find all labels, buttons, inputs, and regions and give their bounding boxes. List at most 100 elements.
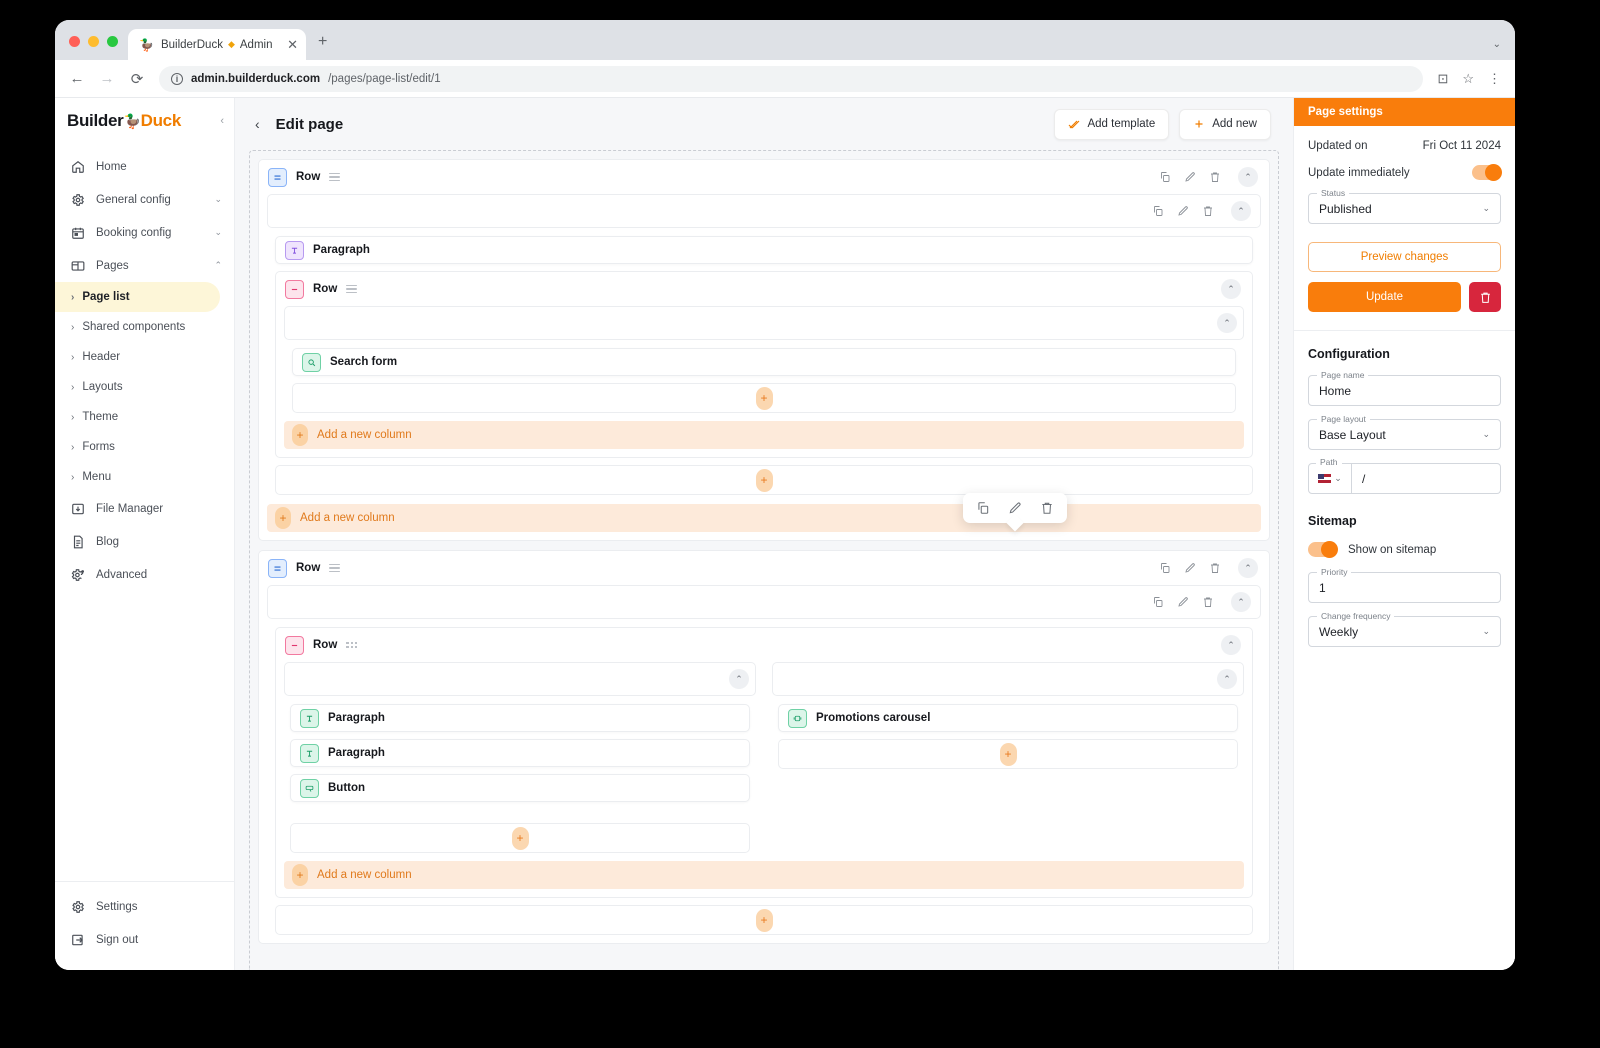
page-builder-canvas[interactable]: Row ⌃ ⌃ Paragraph Row ⌃ ⌃ Search form + … bbox=[249, 150, 1279, 970]
address-bar[interactable]: i admin.builderduck.com/pages/page-list/… bbox=[159, 65, 1424, 92]
back-icon[interactable]: ← bbox=[69, 70, 85, 87]
sidebar-item-header[interactable]: › Header bbox=[55, 342, 234, 372]
edit-pencil-icon[interactable] bbox=[1008, 501, 1022, 515]
delete-trash-icon[interactable] bbox=[1209, 562, 1221, 574]
page-name-input[interactable]: Page name Home bbox=[1308, 370, 1501, 406]
add-component-strip[interactable]: + bbox=[292, 383, 1236, 413]
component-button[interactable]: Button bbox=[290, 774, 750, 802]
collapse-icon[interactable]: ⌃ bbox=[1238, 167, 1258, 187]
sidebar-item-advanced[interactable]: Advanced bbox=[55, 558, 234, 591]
collapse-icon[interactable]: ⌃ bbox=[1217, 669, 1237, 689]
collapse-icon[interactable]: ⌃ bbox=[729, 669, 749, 689]
plus-icon[interactable]: + bbox=[755, 386, 773, 410]
update-button[interactable]: Update bbox=[1308, 282, 1461, 312]
duplicate-icon[interactable] bbox=[1152, 596, 1164, 608]
edit-pencil-icon[interactable] bbox=[1184, 171, 1196, 183]
add-component-strip[interactable]: + bbox=[778, 739, 1238, 769]
sidebar-item-booking-config[interactable]: Booking config ⌄ bbox=[55, 216, 234, 249]
reload-icon[interactable]: ⟳ bbox=[129, 70, 145, 88]
sidebar-item-shared-components[interactable]: › Shared components bbox=[55, 312, 234, 342]
chevron-down-icon[interactable]: ⌄ bbox=[1482, 429, 1490, 440]
edit-pencil-icon[interactable] bbox=[1177, 596, 1189, 608]
add-component-strip[interactable]: + bbox=[275, 905, 1253, 935]
plus-icon[interactable]: + bbox=[755, 908, 773, 932]
component-paragraph[interactable]: Paragraph bbox=[290, 704, 750, 732]
status-select[interactable]: Status Published ⌄ bbox=[1308, 188, 1501, 224]
sidebar-item-general-config[interactable]: General config ⌄ bbox=[55, 183, 234, 216]
sidebar-item-settings[interactable]: Settings bbox=[55, 890, 234, 923]
sidebar-item-home[interactable]: Home bbox=[55, 150, 234, 183]
chevron-down-icon[interactable]: ⌄ bbox=[214, 227, 222, 238]
site-info-icon[interactable]: i bbox=[171, 72, 183, 85]
delete-trash-icon[interactable] bbox=[1209, 171, 1221, 183]
drag-handle-icon[interactable] bbox=[329, 563, 341, 573]
duplicate-icon[interactable] bbox=[1152, 205, 1164, 217]
component-paragraph[interactable]: Paragraph bbox=[275, 236, 1253, 264]
delete-trash-icon[interactable] bbox=[1202, 596, 1214, 608]
close-window-button[interactable] bbox=[69, 36, 80, 47]
collapse-icon[interactable]: ⌃ bbox=[1231, 201, 1251, 221]
builder-column-left[interactable]: ⌃ Paragraph Paragraph Button + bbox=[284, 662, 756, 853]
sidebar-item-blog[interactable]: Blog bbox=[55, 525, 234, 558]
priority-input[interactable]: Priority 1 bbox=[1308, 567, 1501, 603]
drag-handle-icon[interactable] bbox=[346, 642, 358, 648]
add-new-button[interactable]: Add new bbox=[1179, 108, 1271, 140]
add-new-column-button[interactable]: + Add a new column bbox=[284, 421, 1244, 449]
floating-block-toolbar[interactable] bbox=[963, 493, 1067, 523]
builder-row-block-nested[interactable]: Row ⌃ ⌃ Search form + + Add a new column bbox=[275, 271, 1253, 458]
builder-row-block[interactable]: Row ⌃ bbox=[258, 159, 1270, 541]
collapse-icon[interactable]: ⌃ bbox=[1217, 313, 1237, 333]
browser-tab[interactable]: 🦆 BuilderDuck ◆ Admin ✕ bbox=[128, 29, 306, 60]
browser-menu-icon[interactable]: ⋮ bbox=[1488, 71, 1501, 87]
sidebar-collapse-icon[interactable]: ‹ bbox=[220, 115, 224, 127]
duplicate-icon[interactable] bbox=[1159, 562, 1171, 574]
preview-changes-button[interactable]: Preview changes bbox=[1308, 242, 1501, 272]
add-component-strip[interactable]: + bbox=[290, 823, 750, 853]
update-immediately-toggle[interactable] bbox=[1472, 164, 1502, 181]
add-new-column-button[interactable]: + Add a new column bbox=[267, 504, 1261, 532]
duplicate-icon[interactable] bbox=[1159, 171, 1171, 183]
show-on-sitemap-toggle[interactable] bbox=[1308, 541, 1338, 558]
brand-logo[interactable]: Builder🦆Duck ‹ bbox=[55, 98, 234, 144]
builder-row-block-nested[interactable]: Row ⌃ ⌃ Paragraph Paragraph Button + ⌃ P… bbox=[275, 627, 1253, 898]
sidebar-item-sign-out[interactable]: Sign out bbox=[55, 923, 234, 956]
edit-pencil-icon[interactable] bbox=[1177, 205, 1189, 217]
locale-select[interactable]: ⌄ bbox=[1308, 463, 1352, 494]
collapse-icon[interactable]: ⌃ bbox=[1221, 635, 1241, 655]
sidebar-item-layouts[interactable]: › Layouts bbox=[55, 372, 234, 402]
plus-icon[interactable]: + bbox=[999, 742, 1017, 766]
install-app-icon[interactable]: ⊡ bbox=[1437, 71, 1448, 87]
page-layout-select[interactable]: Page layout Base Layout ⌄ bbox=[1308, 414, 1501, 450]
plus-icon[interactable]: + bbox=[511, 826, 529, 850]
component-search-form[interactable]: Search form bbox=[292, 348, 1236, 376]
add-template-button[interactable]: Add template bbox=[1054, 108, 1170, 140]
collapse-icon[interactable]: ⌃ bbox=[1221, 279, 1241, 299]
builder-row-block[interactable]: Row ⌃ bbox=[258, 550, 1270, 944]
add-component-strip[interactable]: + bbox=[275, 465, 1253, 495]
minimize-window-button[interactable] bbox=[88, 36, 99, 47]
change-frequency-select[interactable]: Change frequency Weekly ⌄ bbox=[1308, 611, 1501, 647]
delete-trash-icon[interactable] bbox=[1040, 501, 1054, 515]
sidebar-item-file-manager[interactable]: File Manager bbox=[55, 492, 234, 525]
chevron-down-icon[interactable]: ⌄ bbox=[1482, 626, 1490, 637]
chevron-down-icon[interactable]: ⌄ bbox=[214, 194, 222, 205]
sidebar-item-menu[interactable]: › Menu bbox=[55, 462, 234, 492]
sidebar-item-pages[interactable]: Pages ⌃ bbox=[55, 249, 234, 282]
drag-handle-icon[interactable] bbox=[346, 284, 358, 294]
duplicate-icon[interactable] bbox=[976, 501, 990, 515]
builder-column-block[interactable]: ⌃ Paragraph Row ⌃ ⌃ Search form + + Add … bbox=[267, 194, 1261, 495]
path-input[interactable]: / bbox=[1352, 463, 1501, 494]
component-paragraph[interactable]: Paragraph bbox=[290, 739, 750, 767]
collapse-icon[interactable]: ⌃ bbox=[1231, 592, 1251, 612]
path-field[interactable]: Path ⌄ / bbox=[1308, 457, 1501, 494]
collapse-icon[interactable]: ⌃ bbox=[1238, 558, 1258, 578]
drag-handle-icon[interactable] bbox=[329, 172, 341, 182]
chevron-up-icon[interactable]: ⌃ bbox=[214, 260, 222, 271]
delete-trash-icon[interactable] bbox=[1202, 205, 1214, 217]
bookmark-star-icon[interactable]: ☆ bbox=[1462, 71, 1474, 87]
builder-column-right[interactable]: ⌃ Promotions carousel + bbox=[772, 662, 1244, 853]
sidebar-item-theme[interactable]: › Theme bbox=[55, 402, 234, 432]
chevron-down-icon[interactable]: ⌄ bbox=[1482, 203, 1490, 214]
component-promotions-carousel[interactable]: Promotions carousel bbox=[778, 704, 1238, 732]
plus-icon[interactable]: + bbox=[755, 468, 773, 492]
